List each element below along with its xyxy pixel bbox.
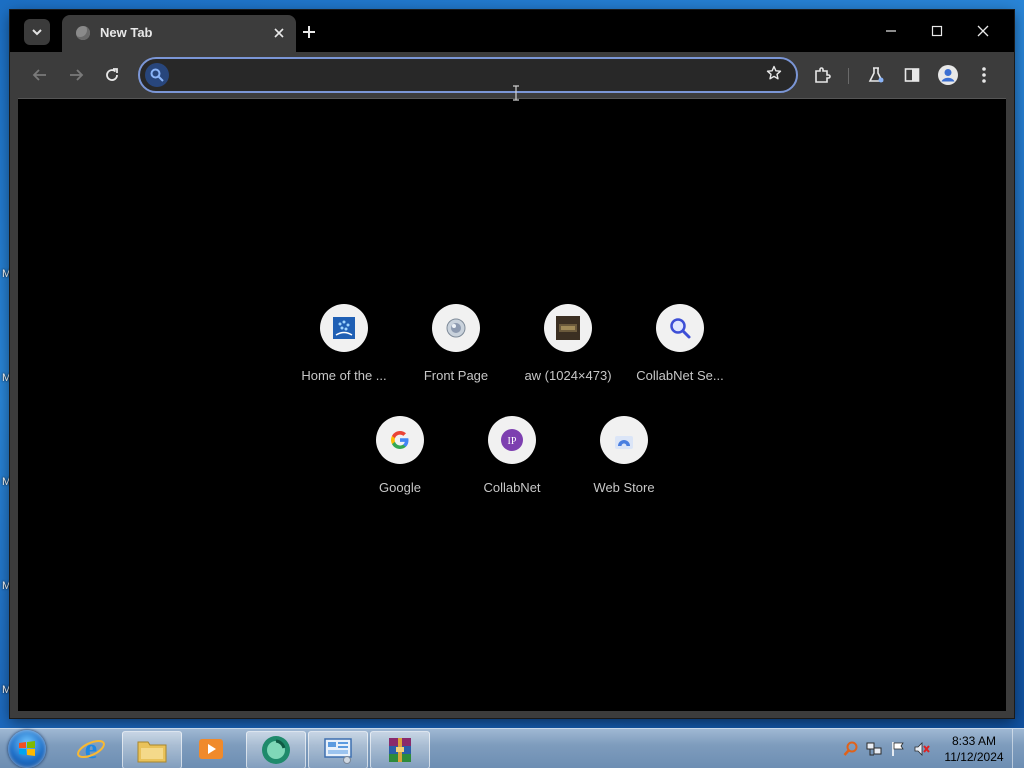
svg-text:e: e — [85, 734, 97, 764]
arrow-right-icon — [70, 69, 84, 81]
toolbar-divider — [848, 68, 849, 84]
labs-button[interactable] — [862, 61, 890, 89]
side-panel-icon — [904, 68, 920, 82]
aw-image-icon — [544, 304, 592, 352]
new-tab-button[interactable] — [298, 21, 320, 43]
action-center-flag-icon[interactable] — [890, 741, 906, 757]
start-button[interactable] — [8, 730, 46, 768]
shortcut-tile[interactable]: IP CollabNet — [456, 416, 568, 516]
home-of-the-site-icon — [320, 304, 368, 352]
profile-button[interactable] — [934, 61, 962, 89]
system-clock[interactable]: 8:33 AM 11/12/2024 — [940, 733, 1008, 765]
chrome-app-icon — [262, 736, 290, 764]
svg-text:IP: IP — [508, 436, 517, 447]
shortcut-label: CollabNet — [483, 480, 541, 495]
bookmark-button[interactable] — [764, 65, 784, 85]
close-tab-button[interactable] — [270, 24, 288, 42]
taskbar-winrar[interactable] — [370, 731, 430, 768]
close-icon — [977, 25, 989, 37]
reload-button[interactable] — [98, 61, 126, 89]
shortcut-tile[interactable]: CollabNet Se... — [624, 304, 736, 404]
side-panel-button[interactable] — [898, 61, 926, 89]
extensions-button[interactable] — [808, 61, 836, 89]
taskbar-control-panel[interactable] — [308, 731, 368, 768]
maximize-button[interactable] — [920, 18, 954, 44]
flask-icon — [868, 67, 884, 83]
tab-new-tab[interactable]: New Tab — [62, 15, 296, 52]
front-page-icon — [432, 304, 480, 352]
web-store-icon — [600, 416, 648, 464]
browser-window: New Tab Home of the ... Front Page aw (1… — [10, 10, 1014, 718]
tray-search-icon[interactable] — [843, 741, 859, 757]
plus-icon — [303, 26, 315, 38]
reload-icon — [106, 68, 118, 81]
new-tab-page: Home of the ... Front Page aw (1024×473)… — [18, 85, 1006, 711]
file-explorer-icon — [137, 741, 167, 763]
network-icon[interactable] — [866, 741, 882, 757]
shortcut-label: CollabNet Se... — [636, 368, 724, 383]
shortcut-tile[interactable]: Front Page — [400, 304, 512, 404]
maximize-icon — [931, 25, 943, 37]
collabnet-search-icon — [656, 304, 704, 352]
close-icon — [274, 28, 284, 38]
control-panel-icon — [324, 738, 352, 764]
shortcut-label: Home of the ... — [301, 368, 387, 383]
search-icon — [145, 63, 169, 87]
shortcut-tile[interactable]: Home of the ... — [288, 304, 400, 404]
profile-icon — [938, 65, 958, 85]
tab-title: New Tab — [100, 25, 153, 40]
shortcut-tile[interactable]: Google — [344, 416, 456, 516]
clock-time: 8:33 AM — [951, 734, 997, 748]
google-icon — [376, 416, 424, 464]
taskbar-media-player[interactable] — [182, 731, 240, 767]
minimize-icon — [886, 30, 896, 32]
volume-muted-icon[interactable] — [914, 741, 930, 757]
internet-explorer-icon: e — [77, 734, 105, 764]
text-cursor-icon — [513, 85, 519, 101]
arrow-left-icon — [32, 69, 46, 81]
chevron-down-icon — [32, 29, 42, 36]
back-button[interactable] — [26, 61, 54, 89]
winrar-icon — [389, 738, 411, 762]
star-icon — [766, 65, 782, 80]
clock-date: 11/12/2024 — [944, 750, 1004, 764]
collabnet-icon: IP — [488, 416, 536, 464]
shortcut-tile[interactable]: Web Store — [568, 416, 680, 516]
shortcut-tile[interactable]: aw (1024×473) — [512, 304, 624, 404]
windows-logo-icon — [19, 741, 35, 756]
shortcut-label: aw (1024×473) — [524, 368, 612, 383]
puzzle-icon — [815, 67, 831, 83]
taskbar-file-explorer[interactable] — [122, 731, 182, 768]
menu-button[interactable] — [970, 61, 998, 89]
shortcut-label: Front Page — [423, 368, 489, 383]
taskbar: e 8:33 AM 11/12/2024 — [0, 728, 1024, 768]
show-desktop-button[interactable] — [1012, 729, 1024, 768]
tab-search-button[interactable] — [24, 19, 50, 45]
tab-strip: New Tab — [10, 10, 1014, 52]
close-window-button[interactable] — [966, 18, 1000, 44]
kebab-menu-icon — [982, 67, 986, 83]
omnibox-input[interactable] — [176, 63, 760, 89]
address-bar[interactable] — [138, 57, 798, 93]
taskbar-internet-explorer[interactable]: e — [62, 731, 120, 767]
forward-button[interactable] — [62, 61, 90, 89]
media-player-icon — [199, 739, 223, 759]
shortcut-label: Web Store — [593, 480, 655, 495]
taskbar-chrome[interactable] — [246, 731, 306, 768]
minimize-button[interactable] — [874, 18, 908, 44]
globe-icon — [76, 26, 90, 40]
shortcut-label: Google — [379, 480, 421, 495]
